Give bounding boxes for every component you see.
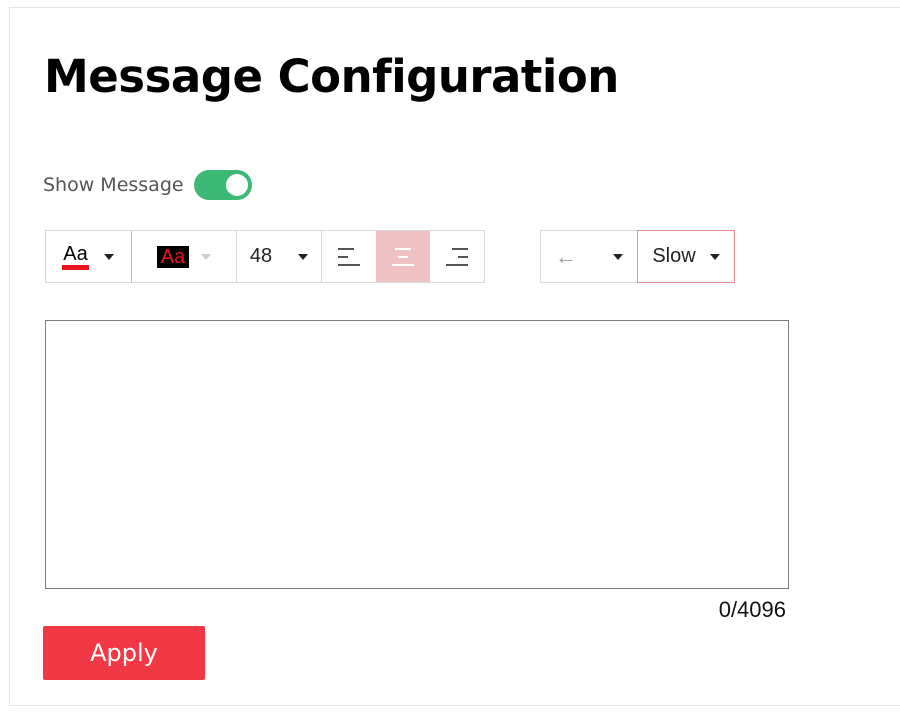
character-counter: 0/4096 [718, 597, 786, 622]
chevron-down-icon [103, 253, 114, 260]
background-color-dropdown[interactable]: Aa [131, 231, 237, 282]
align-right-button[interactable] [430, 231, 484, 282]
align-center-icon [392, 247, 414, 266]
format-toolbar: Aa Aa 48 [45, 230, 485, 283]
scroll-speed-dropdown[interactable]: Slow [637, 230, 735, 283]
chevron-down-icon [613, 253, 623, 260]
toggle-knob [225, 174, 248, 196]
chevron-down-icon [709, 253, 720, 260]
apply-button[interactable]: Apply [43, 626, 205, 680]
align-right-icon [446, 247, 468, 266]
align-left-button[interactable] [322, 231, 376, 282]
message-textarea[interactable] [45, 320, 789, 589]
show-message-toggle[interactable] [193, 170, 252, 200]
font-size-value: 48 [249, 245, 273, 267]
font-size-dropdown[interactable]: 48 [237, 231, 322, 282]
font-color-dropdown[interactable]: Aa [46, 231, 131, 282]
show-message-row: Show Message [43, 170, 252, 200]
scroll-toolbar: ← Slow [540, 230, 735, 283]
show-message-label: Show Message [43, 174, 184, 196]
page-title: Message Configuration [44, 50, 619, 103]
align-left-icon [338, 247, 360, 266]
arrow-left-icon: ← [555, 243, 577, 269]
scroll-speed-value: Slow [652, 245, 696, 267]
chevron-down-icon [201, 253, 212, 260]
align-center-button[interactable] [376, 231, 430, 282]
font-color-icon: Aa [62, 243, 90, 270]
scroll-direction-dropdown[interactable]: ← [541, 231, 637, 282]
background-color-icon: Aa [156, 245, 190, 268]
chevron-down-icon [298, 253, 309, 260]
